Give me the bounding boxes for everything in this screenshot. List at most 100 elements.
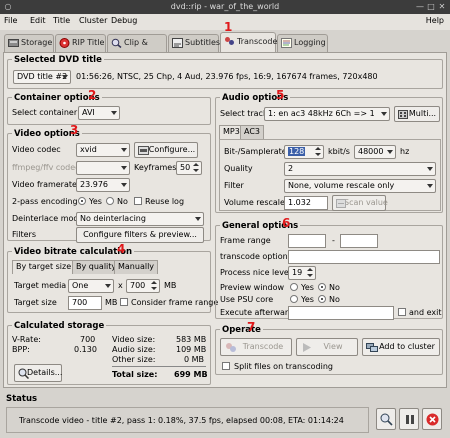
video-options-group: Video options Video codec xvid Configure… [7, 129, 211, 243]
deinterlace-select[interactable]: No deinterlacing [76, 212, 204, 226]
total-divider [112, 366, 206, 367]
total-size-value: 699 MB [174, 370, 208, 379]
play-icon [303, 343, 311, 352]
status-cancel-button[interactable] [422, 408, 442, 430]
annotation-7: 7 [247, 320, 256, 334]
reuse-log-checkbox[interactable] [134, 197, 142, 205]
tab-by-target-size[interactable]: By target size [12, 260, 76, 274]
add-to-cluster-button[interactable]: Add to cluster [362, 338, 440, 356]
preview-yes-radio[interactable] [290, 283, 298, 291]
audio-quality-select[interactable]: 2 [284, 162, 436, 176]
video-framerate-select[interactable]: 23.976 [76, 178, 130, 192]
menu-file[interactable]: File [4, 16, 17, 25]
tab-ac3[interactable]: AC3 [240, 125, 265, 139]
menu-help[interactable]: Help [426, 16, 444, 25]
select-track-label: Select track [220, 109, 268, 118]
scan-icon [336, 199, 346, 208]
psu-core-label: Use PSU core [220, 295, 274, 304]
configure-filters-button[interactable]: Configure filters & preview... [76, 227, 204, 243]
target-media-value: One [72, 281, 89, 290]
frame-range-start-field[interactable] [288, 234, 326, 248]
samplerate-select[interactable]: 48000 [354, 145, 396, 159]
disc-icon [59, 38, 70, 48]
tab-logging[interactable]: Logging [277, 34, 328, 52]
vrate-value: 700 [80, 335, 96, 344]
transcode-button[interactable]: Transcode [220, 338, 292, 356]
annotation-3: 3 [70, 123, 79, 137]
preview-window-label: Preview window [220, 283, 285, 292]
video-codec-select[interactable]: xvid [76, 143, 130, 157]
dvd-title-value: DVD title #2 [17, 72, 68, 81]
transcode-options-field[interactable] [288, 250, 440, 264]
target-media-select[interactable]: One [68, 279, 114, 293]
tab-transcode[interactable]: Transcode [220, 32, 277, 52]
frame-range-end-field[interactable] [340, 234, 378, 248]
dvd-title-select[interactable]: DVD title #2 [13, 70, 71, 84]
two-pass-yes-radio[interactable] [78, 197, 86, 205]
details-button[interactable]: Details... [14, 364, 62, 382]
media-size-unit: MB [164, 281, 177, 290]
tab-by-quality[interactable]: By quality [72, 260, 121, 274]
filters-label: Filters [12, 230, 36, 239]
menu-cluster[interactable]: Cluster [79, 16, 107, 25]
volume-rescale-field[interactable]: 1.032 [284, 196, 328, 210]
maximize-icon[interactable]: □ [426, 2, 436, 12]
two-pass-no-label: No [117, 197, 128, 206]
configure-codec-button[interactable]: Configure... [134, 142, 198, 158]
target-size-value: 700 [72, 298, 88, 307]
target-size-field[interactable]: 700 [68, 296, 102, 310]
preview-no-label: No [329, 283, 340, 292]
psu-yes-radio[interactable] [290, 295, 298, 303]
frame-range-dash: - [332, 236, 335, 245]
preview-no-radio[interactable] [318, 283, 326, 291]
ffmpeg-codec-select[interactable] [76, 161, 130, 175]
tab-manually[interactable]: Manually [114, 260, 159, 274]
and-exit-checkbox[interactable] [398, 308, 406, 316]
magnifier-icon [380, 413, 393, 426]
audio-track-select[interactable]: 1: en ac3 48kHz 6Ch => 1 [264, 107, 390, 121]
container-options-group: Container options Select container AVI [7, 93, 211, 125]
tab-rip-title[interactable]: RIP Title [55, 34, 106, 52]
bitrate-heading: Video bitrate calculation [12, 247, 135, 257]
scan-value-button[interactable]: Scan value [332, 195, 388, 211]
window-menu-icon[interactable]: ○ [3, 2, 13, 12]
target-size-unit: MB [105, 298, 118, 307]
audio-bitrate-spin[interactable]: 128 [284, 145, 324, 159]
consider-frame-range-checkbox[interactable] [120, 298, 128, 306]
nice-level-spin[interactable]: 19 [288, 266, 316, 280]
view-button[interactable]: View [296, 338, 358, 356]
status-zoom-button[interactable] [376, 408, 396, 430]
other-size-value: 0 MB [184, 355, 205, 364]
tab-storage[interactable]: Storage [4, 34, 54, 52]
close-window-icon[interactable]: ✕ [437, 2, 447, 12]
window-titlebar: dvd::rip - war_of_the_world ○ — □ ✕ [0, 0, 450, 14]
minimize-icon[interactable]: — [415, 2, 425, 12]
status-pause-button[interactable] [399, 408, 419, 430]
psu-no-radio[interactable] [318, 295, 326, 303]
general-options-group: General options Frame range - transcode … [215, 221, 443, 320]
media-size-spin[interactable]: 700 [126, 279, 160, 293]
video-framerate-label: Video framerate [12, 180, 77, 189]
menu-edit[interactable]: Edit [30, 16, 46, 25]
two-pass-label: 2-pass encoding [12, 197, 78, 206]
nice-level-value: 19 [292, 268, 303, 277]
tab-subtitles[interactable]: Subtitles [168, 34, 220, 52]
audio-filter-select[interactable]: None, volume rescale only [284, 179, 436, 193]
menu-title[interactable]: Title [53, 16, 70, 25]
video-size-value: 583 MB [176, 335, 207, 344]
tab-clip-zoom[interactable]: Clip & Zoom [107, 34, 167, 63]
bpp-value: 0.130 [74, 345, 97, 354]
keyframes-spin[interactable]: 50 [176, 161, 202, 175]
transcode-run-icon [226, 343, 236, 352]
two-pass-no-radio[interactable] [106, 197, 114, 205]
audio-multi-button[interactable]: Multi... [394, 106, 440, 122]
menu-debug[interactable]: Debug [111, 16, 137, 25]
status-heading: Status [6, 394, 38, 404]
zoom-icon [111, 38, 122, 48]
execute-afterwards-field[interactable] [288, 306, 394, 320]
psu-no-label: No [329, 295, 340, 304]
frame-range-label: Frame range [220, 236, 271, 245]
split-files-checkbox[interactable] [222, 362, 230, 370]
target-size-label: Target size [14, 298, 57, 307]
container-select[interactable]: AVI [78, 106, 120, 120]
